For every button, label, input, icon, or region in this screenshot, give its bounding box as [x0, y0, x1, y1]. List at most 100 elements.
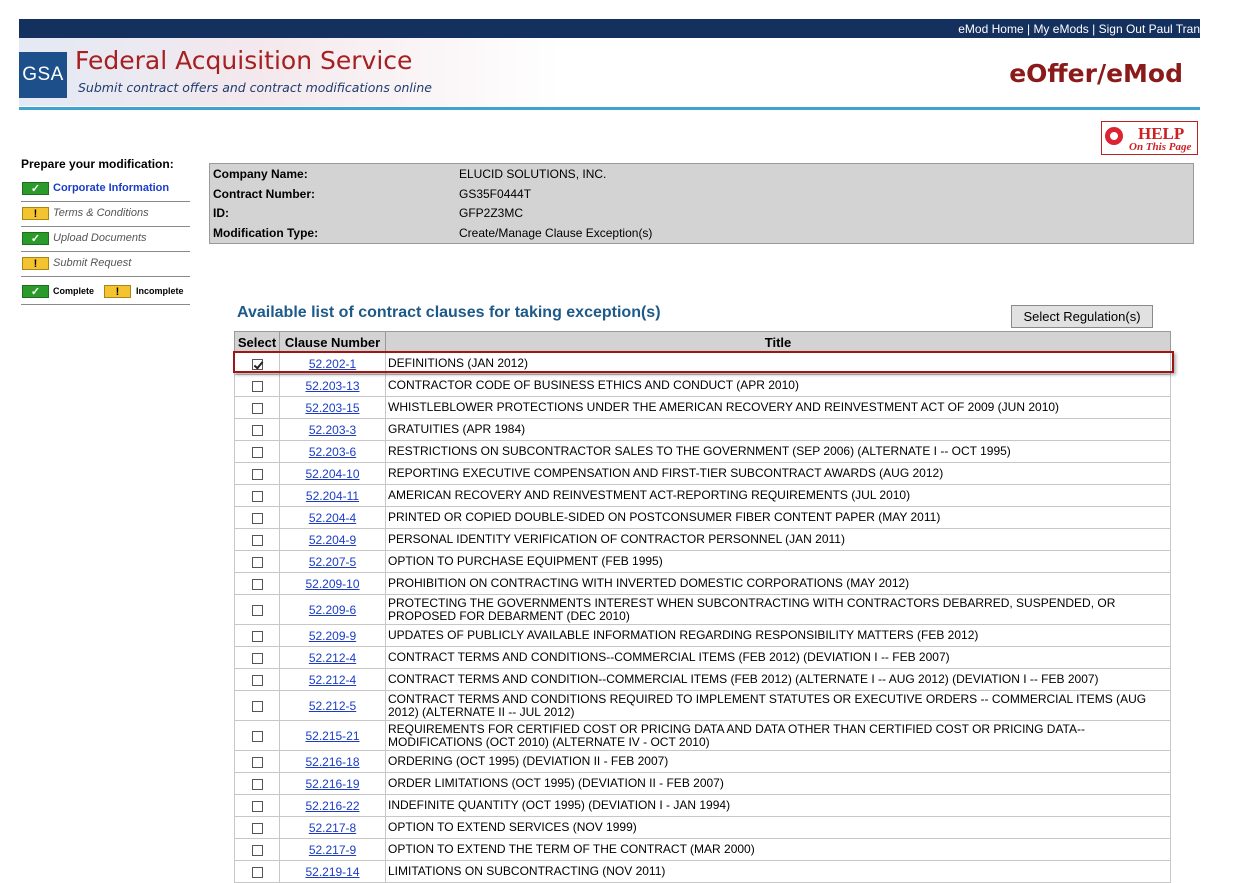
- clause-number-cell: 52.202-1: [279, 352, 386, 375]
- clause-checkbox[interactable]: [251, 652, 263, 664]
- clause-number-link[interactable]: 52.217-8: [309, 821, 356, 835]
- sidebar-item-label: Submit Request: [53, 257, 132, 269]
- clause-checkbox[interactable]: [251, 822, 263, 834]
- clause-checkbox[interactable]: [251, 512, 263, 524]
- emod-home-link[interactable]: eMod Home: [958, 22, 1023, 36]
- clause-checkbox[interactable]: [251, 578, 263, 590]
- clause-title: PROHIBITION ON CONTRACTING WITH INVERTED…: [385, 572, 1171, 595]
- clause-checkbox[interactable]: [251, 674, 263, 686]
- select-cell: [234, 550, 280, 573]
- sidebar-item-label: Terms & Conditions: [53, 207, 149, 219]
- clause-number-link[interactable]: 52.216-18: [305, 755, 359, 769]
- clause-number-link[interactable]: 52.216-19: [305, 777, 359, 791]
- complete-check-icon: ✓: [22, 285, 49, 298]
- incomplete-warning-icon: !: [22, 207, 49, 220]
- table-row: 52.212-4 CONTRACT TERMS AND CONDITION--CO…: [234, 668, 1171, 691]
- clause-checkbox[interactable]: [251, 468, 263, 480]
- info-label: Company Name:: [213, 167, 308, 181]
- sidebar-item-corporate-information[interactable]: ✓ Corporate Information: [21, 178, 190, 202]
- select-regulation-button[interactable]: Select Regulation(s): [1011, 305, 1153, 328]
- legend-complete-label: Complete: [53, 286, 95, 296]
- clause-number-link[interactable]: 52.204-10: [305, 467, 359, 481]
- my-emods-link[interactable]: My eMods: [1033, 22, 1088, 36]
- info-value: ELUCID SOLUTIONS, INC.: [459, 167, 607, 181]
- complete-check-icon: ✓: [22, 182, 49, 195]
- table-row: 52.216-18 ORDERING (OCT 1995) (DEVIATION …: [234, 750, 1171, 773]
- clause-checkbox[interactable]: [251, 756, 263, 768]
- complete-check-icon: ✓: [22, 232, 49, 245]
- app-name: eOffer/eMod: [1009, 59, 1183, 88]
- clause-checkbox[interactable]: [251, 358, 263, 370]
- clause-number-cell: 52.216-22: [279, 794, 386, 817]
- gsa-logo[interactable]: GSA: [19, 52, 67, 98]
- clause-checkbox[interactable]: [251, 424, 263, 436]
- clause-number-link[interactable]: 52.204-9: [309, 533, 356, 547]
- clause-number-link[interactable]: 52.212-4: [309, 651, 356, 665]
- table-row: 52.209-10 PROHIBITION ON CONTRACTING WITH…: [234, 572, 1171, 595]
- header-banner: GSA Federal Acquisition Service Submit c…: [19, 38, 1200, 106]
- clause-number-link[interactable]: 52.202-1: [309, 357, 356, 371]
- clause-number-link[interactable]: 52.204-4: [309, 511, 356, 525]
- sign-out-link[interactable]: Sign Out Paul Tran: [1099, 22, 1200, 36]
- clause-number-cell: 52.203-6: [279, 440, 386, 463]
- clause-number-link[interactable]: 52.209-10: [305, 577, 359, 591]
- clause-number-link[interactable]: 52.212-4: [309, 673, 356, 687]
- select-cell: [234, 528, 280, 551]
- table-row: 52.209-6 PROTECTING THE GOVERNMENTS INTER…: [234, 594, 1171, 625]
- sidebar-item-upload-documents[interactable]: ✓ Upload Documents: [21, 228, 190, 252]
- clauses-table: Select Clause Number Title 52.202-1 DEFIN…: [234, 331, 1171, 883]
- clause-checkbox[interactable]: [251, 630, 263, 642]
- clauses-table-body: 52.202-1 DEFINITIONS (JAN 2012) 52.203-13 C…: [234, 352, 1171, 883]
- table-row: 52.204-10 REPORTING EXECUTIVE COMPENSATIO…: [234, 462, 1171, 485]
- clause-number-cell: 52.209-9: [279, 624, 386, 647]
- clause-number-link[interactable]: 52.209-9: [309, 629, 356, 643]
- lifebuoy-icon: [1105, 127, 1123, 145]
- clause-number-link[interactable]: 52.217-9: [309, 843, 356, 857]
- clause-checkbox[interactable]: [251, 604, 263, 616]
- clause-number-link[interactable]: 52.203-13: [305, 379, 359, 393]
- clause-number-cell: 52.203-13: [279, 374, 386, 397]
- sidebar-item-terms-conditions[interactable]: ! Terms & Conditions: [21, 203, 190, 227]
- info-label: Modification Type:: [213, 226, 319, 240]
- clause-number-link[interactable]: 52.203-6: [309, 445, 356, 459]
- help-button[interactable]: HELP On This Page: [1101, 121, 1198, 155]
- clause-number-link[interactable]: 52.203-3: [309, 423, 356, 437]
- clause-title: REQUIREMENTS FOR CERTIFIED COST OR PRICI…: [385, 720, 1171, 751]
- clause-checkbox[interactable]: [251, 700, 263, 712]
- clause-title: CONTRACT TERMS AND CONDITIONS--COMMERCIA…: [385, 646, 1171, 669]
- clause-number-link[interactable]: 52.203-15: [305, 401, 359, 415]
- clause-number-cell: 52.204-10: [279, 462, 386, 485]
- clause-number-link[interactable]: 52.216-22: [305, 799, 359, 813]
- sidebar-item-label: Corporate Information: [53, 182, 170, 194]
- clause-title: ORDERING (OCT 1995) (DEVIATION II - FEB …: [385, 750, 1171, 773]
- clause-checkbox[interactable]: [251, 446, 263, 458]
- clause-checkbox[interactable]: [251, 490, 263, 502]
- clause-checkbox[interactable]: [251, 380, 263, 392]
- clause-checkbox[interactable]: [251, 556, 263, 568]
- clause-number-link[interactable]: 52.207-5: [309, 555, 356, 569]
- clause-number-link[interactable]: 52.204-11: [306, 489, 359, 503]
- clause-number-cell: 52.215-21: [279, 720, 386, 751]
- clause-number-cell: 52.217-8: [279, 816, 386, 839]
- contract-info-box: Company Name: ELUCID SOLUTIONS, INC. Con…: [209, 163, 1194, 244]
- clause-checkbox[interactable]: [251, 800, 263, 812]
- clause-checkbox[interactable]: [251, 866, 263, 878]
- clause-number-link[interactable]: 52.215-21: [305, 729, 359, 743]
- top-nav-links: eMod Home | My eMods | Sign Out Paul Tra…: [958, 22, 1200, 36]
- clause-checkbox[interactable]: [251, 844, 263, 856]
- clause-number-link[interactable]: 52.209-6: [309, 603, 356, 617]
- table-row: 52.212-4 CONTRACT TERMS AND CONDITIONS--C…: [234, 646, 1171, 669]
- clause-number-link[interactable]: 52.212-5: [309, 699, 356, 713]
- sidebar-item-submit-request[interactable]: ! Submit Request: [21, 253, 190, 277]
- clause-title: OPTION TO EXTEND SERVICES (NOV 1999): [385, 816, 1171, 839]
- clause-number-link[interactable]: 52.219-14: [305, 865, 359, 879]
- clause-number-cell: 52.204-11: [279, 484, 386, 507]
- clause-checkbox[interactable]: [251, 778, 263, 790]
- table-row: 52.204-11 AMERICAN RECOVERY AND REINVESTM…: [234, 484, 1171, 507]
- clause-checkbox[interactable]: [251, 534, 263, 546]
- clause-number-cell: 52.207-5: [279, 550, 386, 573]
- clause-number-cell: 52.204-9: [279, 528, 386, 551]
- clause-checkbox[interactable]: [251, 402, 263, 414]
- clause-title: CONTRACT TERMS AND CONDITION--COMMERCIAL…: [385, 668, 1171, 691]
- clause-checkbox[interactable]: [251, 730, 263, 742]
